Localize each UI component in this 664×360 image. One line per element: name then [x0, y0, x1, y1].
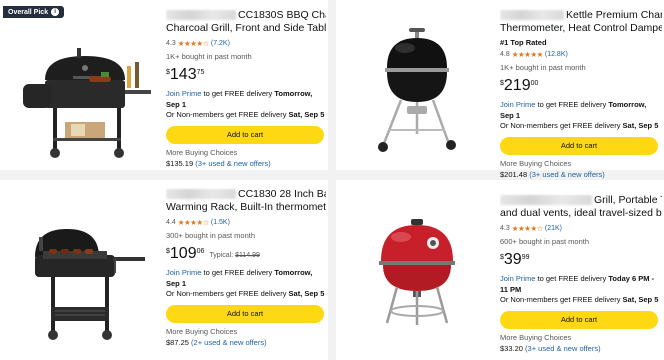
- bought-count: 300+ bought in past month: [166, 231, 256, 240]
- product-title[interactable]: CC1830 28 Inch Barrel Charcoal Grill wit…: [166, 188, 326, 201]
- star-rating-icon: ★★★★★: [511, 50, 544, 59]
- join-prime-link[interactable]: Join Prime: [166, 89, 201, 98]
- star-rating-icon: ★★★★☆: [177, 218, 210, 227]
- kettle-grill-image: [378, 28, 456, 152]
- price[interactable]: $ 219 00: [500, 78, 662, 94]
- bought-count: 1K+ bought in past month: [166, 52, 252, 61]
- redacted-brand: [166, 10, 236, 21]
- rating-value: 4.3: [500, 225, 510, 232]
- bought-count: 600+ bought in past month: [500, 237, 590, 246]
- redacted-brand: [500, 10, 564, 21]
- product-image[interactable]: [336, 180, 496, 360]
- join-prime-link[interactable]: Join Prime: [166, 268, 201, 277]
- add-to-cart-button[interactable]: Add to cart: [500, 310, 658, 329]
- info-icon[interactable]: i: [51, 8, 60, 16]
- product-card: CC1830 28 Inch Barrel Charcoal Grill wit…: [0, 180, 328, 360]
- redacted-brand: [500, 195, 592, 206]
- product-image[interactable]: [336, 0, 496, 170]
- product-info: Grill, Portable Tabletop Charcoal Grill …: [500, 180, 662, 353]
- product-title-line2[interactable]: Warming Rack, Built-In thermometer...: [166, 201, 326, 214]
- product-image[interactable]: [0, 180, 160, 360]
- delivery-info: Join Prime to get FREE delivery Today 6 …: [500, 274, 659, 304]
- join-prime-link[interactable]: Join Prime: [500, 100, 535, 109]
- product-card: Overall Pick i CC1830S BBQ Cha: [0, 0, 328, 170]
- rating-value: 4.8: [500, 51, 510, 58]
- typical-price: Typical: $114.99: [209, 252, 260, 259]
- review-count[interactable]: (21K): [545, 225, 562, 232]
- more-offers: $135.19 (3+ used & new offers): [166, 158, 271, 168]
- more-buying-choices: More Buying Choices: [500, 332, 572, 342]
- rating-row[interactable]: 4.3 ★★★★☆ (21K): [500, 224, 662, 233]
- star-rating-icon: ★★★★☆: [177, 39, 210, 48]
- product-title[interactable]: Grill, Portable Tabletop Charcoal Grill: [500, 194, 662, 207]
- add-to-cart-button[interactable]: Add to cart: [166, 125, 324, 144]
- rating-row[interactable]: 4.8 ★★★★★ (12.8K): [500, 50, 662, 59]
- more-offers: $87.25 (2+ used & new offers): [166, 337, 267, 347]
- product-title-line2[interactable]: Thermometer, Heat Control Damper...: [500, 22, 662, 35]
- product-info: Kettle Premium Charcoal Grill with Therm…: [500, 0, 662, 179]
- price[interactable]: $ 39 99: [500, 252, 662, 268]
- more-offers: $33.20 (3+ used & new offers): [500, 343, 601, 353]
- price[interactable]: $ 109 06 Typical: $114.99: [166, 246, 326, 262]
- review-count[interactable]: (7.2K): [211, 40, 230, 47]
- more-buying-choices: More Buying Choices: [166, 326, 238, 336]
- more-buying-choices: More Buying Choices: [166, 147, 238, 157]
- offset-smoker-grill-image: [23, 48, 151, 158]
- product-title[interactable]: CC1830S BBQ Charcoal Grill and: [166, 9, 326, 22]
- product-info: CC1830S BBQ Charcoal Grill and Charcoal …: [166, 0, 326, 168]
- product-info: CC1830 28 Inch Barrel Charcoal Grill wit…: [166, 180, 326, 347]
- bought-count: 1K+ bought in past month: [500, 63, 586, 72]
- product-card: Grill, Portable Tabletop Charcoal Grill …: [336, 180, 664, 360]
- used-new-offers-link[interactable]: (3+ used & new offers): [195, 159, 271, 168]
- rating-row[interactable]: 4.3 ★★★★☆ (7.2K): [166, 39, 326, 48]
- more-offers: $201.48 (3+ used & new offers): [500, 169, 605, 179]
- used-new-offers-link[interactable]: (3+ used & new offers): [529, 170, 605, 179]
- top-rated-badge: #1 Top Rated: [500, 38, 547, 47]
- review-count[interactable]: (12.8K): [545, 51, 568, 58]
- product-title-line2[interactable]: Charcoal Grill, Front and Side Table, La…: [166, 22, 326, 35]
- delivery-info: Join Prime to get FREE delivery Tomorrow…: [500, 100, 659, 130]
- product-title-line2[interactable]: and dual vents, ideal travel-sized barbe…: [500, 207, 662, 220]
- product-card: Kettle Premium Charcoal Grill with Therm…: [336, 0, 664, 179]
- used-new-offers-link[interactable]: (3+ used & new offers): [525, 344, 601, 353]
- join-prime-link[interactable]: Join Prime: [500, 274, 535, 283]
- barrel-grill-image: [35, 229, 145, 340]
- add-to-cart-button[interactable]: Add to cart: [166, 304, 324, 323]
- review-count[interactable]: (1.5K): [211, 219, 230, 226]
- product-image[interactable]: [0, 0, 160, 170]
- overall-pick-label: Overall Pick: [8, 8, 49, 16]
- tabletop-red-grill-image: [379, 219, 455, 325]
- rating-row[interactable]: 4.4 ★★★★☆ (1.5K): [166, 218, 326, 227]
- product-title[interactable]: Kettle Premium Charcoal Grill with: [500, 9, 662, 22]
- rating-value: 4.3: [166, 40, 176, 47]
- overall-pick-badge: Overall Pick i: [3, 6, 65, 18]
- more-buying-choices: More Buying Choices: [500, 158, 572, 168]
- delivery-info: Join Prime to get FREE delivery Tomorrow…: [166, 89, 325, 119]
- rating-value: 4.4: [166, 219, 176, 226]
- delivery-info: Join Prime to get FREE delivery Tomorrow…: [166, 268, 325, 298]
- add-to-cart-button[interactable]: Add to cart: [500, 136, 658, 155]
- redacted-brand: [166, 189, 236, 200]
- price[interactable]: $ 143 75: [166, 67, 326, 83]
- star-rating-icon: ★★★★☆: [511, 224, 544, 233]
- used-new-offers-link[interactable]: (2+ used & new offers): [191, 338, 267, 347]
